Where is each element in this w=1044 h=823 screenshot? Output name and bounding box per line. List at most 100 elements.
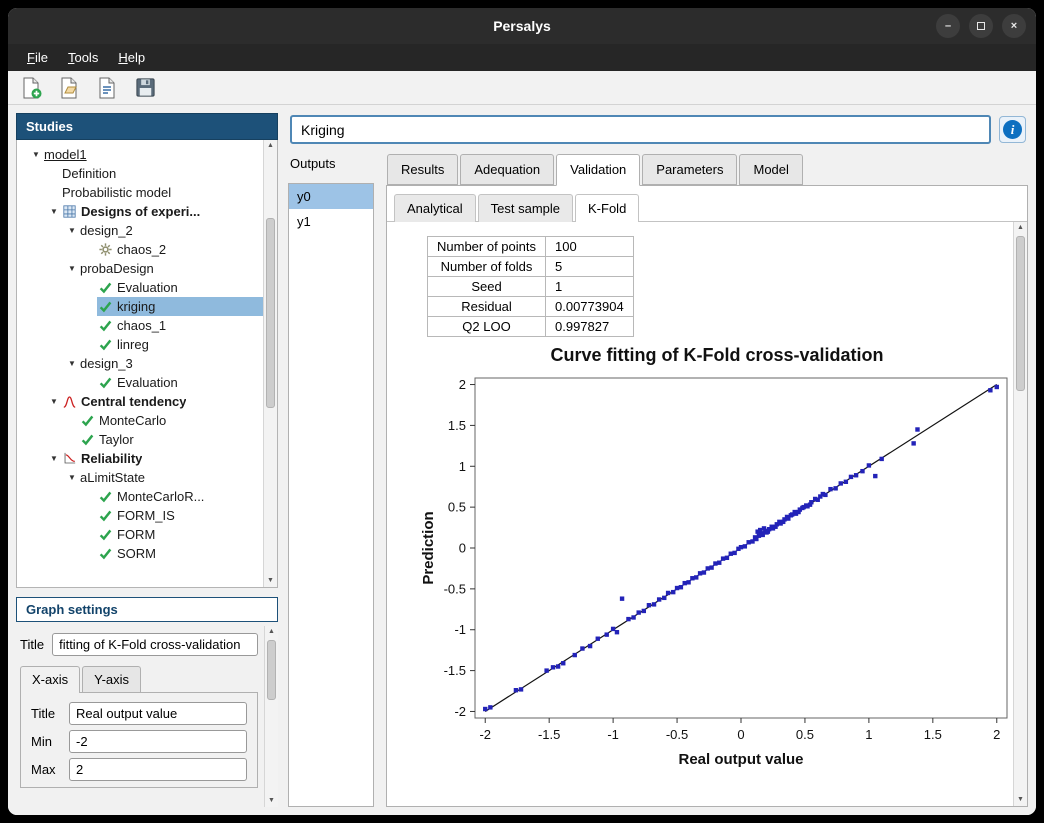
tree-item-probadesign[interactable]: ▼probaDesign	[17, 259, 263, 278]
expand-arrow-icon[interactable]: ▼	[65, 264, 79, 273]
tab-y-axis[interactable]: Y-axis	[82, 666, 141, 692]
gear-icon	[98, 243, 112, 257]
expand-arrow-icon[interactable]: ▼	[65, 226, 79, 235]
svg-text:2: 2	[993, 727, 1000, 742]
expand-arrow-icon[interactable]: ▼	[47, 397, 61, 406]
tab-validation[interactable]: Validation	[556, 154, 640, 186]
tree-item-designs-of-experi[interactable]: ▼Designs of experi...	[17, 202, 263, 221]
tree-item-evaluation[interactable]: Evaluation	[17, 278, 263, 297]
graph-title-input[interactable]	[52, 633, 258, 656]
x-axis-max-input[interactable]	[69, 758, 247, 781]
tab-results[interactable]: Results	[387, 154, 458, 185]
tab-parameters[interactable]: Parameters	[642, 154, 737, 185]
histogram-icon	[62, 395, 76, 409]
tree-item-probabilistic-model[interactable]: Probabilistic model	[17, 183, 263, 202]
x-axis-title-input[interactable]	[69, 702, 247, 725]
analysis-name-input[interactable]	[290, 115, 991, 144]
stat-value: 100	[546, 237, 634, 257]
new-study-button[interactable]	[18, 75, 44, 101]
subtab-test-sample[interactable]: Test sample	[478, 194, 573, 222]
check-icon	[98, 528, 112, 542]
tree-scrollbar[interactable]: ▲ ▼	[263, 140, 277, 587]
content-scrollbar[interactable]: ▲ ▼	[1013, 222, 1027, 806]
tree-item-form[interactable]: FORM	[17, 525, 263, 544]
persalys-window: Persalys – × File Tools Help	[8, 8, 1036, 815]
expand-arrow-icon[interactable]: ▼	[47, 207, 61, 216]
x-axis-panel: Title Min Max	[20, 692, 258, 788]
scroll-down-icon[interactable]: ▼	[264, 575, 277, 587]
svg-text:-1: -1	[454, 622, 466, 637]
expand-arrow-icon[interactable]: ▼	[65, 473, 79, 482]
tree-item-design-2[interactable]: ▼design_2	[17, 221, 263, 240]
save-study-button[interactable]	[132, 75, 158, 101]
table-row: Q2 LOO 0.997827	[428, 317, 634, 337]
menu-tools[interactable]: Tools	[59, 46, 107, 69]
menu-help[interactable]: Help	[109, 46, 154, 69]
scroll-up-icon[interactable]: ▲	[1014, 222, 1027, 234]
expand-arrow-icon[interactable]: ▼	[47, 454, 61, 463]
tree-item-definition[interactable]: Definition	[17, 164, 263, 183]
graph-settings-scrollbar[interactable]: ▲ ▼	[264, 626, 278, 807]
analysis-area: i Outputs y0 y1 Results Adequation	[288, 113, 1028, 807]
check-icon	[98, 509, 112, 523]
tree-item-central-tendency[interactable]: ▼Central tendency	[17, 392, 263, 411]
expand-arrow-icon[interactable]: ▼	[29, 150, 43, 159]
tree-item-chaos-2[interactable]: chaos_2	[17, 240, 263, 259]
svg-text:0.5: 0.5	[796, 727, 814, 742]
tree-item-taylor[interactable]: Taylor	[17, 430, 263, 449]
scroll-down-icon[interactable]: ▼	[1014, 794, 1027, 806]
tab-model[interactable]: Model	[739, 154, 802, 185]
open-folder-icon	[57, 76, 81, 100]
tree-item-montecarlor[interactable]: MonteCarloR...	[17, 487, 263, 506]
outputs-list: y0 y1	[288, 183, 374, 807]
stat-label: Number of folds	[428, 257, 546, 277]
graph-settings-header: Graph settings	[16, 597, 278, 622]
tree-item-evaluation[interactable]: Evaluation	[17, 373, 263, 392]
x-axis-min-input[interactable]	[69, 730, 247, 753]
tree-item-linreg[interactable]: linreg	[17, 335, 263, 354]
graph-settings-scrollbar-thumb[interactable]	[267, 640, 276, 700]
tree-item-chaos-1[interactable]: chaos_1	[17, 316, 263, 335]
tab-adequation[interactable]: Adequation	[460, 154, 554, 185]
table-icon	[62, 205, 76, 219]
tree-item-design-3[interactable]: ▼design_3	[17, 354, 263, 373]
subtab-k-fold[interactable]: K-Fold	[575, 194, 639, 222]
tree-item-reliability[interactable]: ▼Reliability	[17, 449, 263, 468]
stat-label: Seed	[428, 277, 546, 297]
maximize-button[interactable]	[969, 14, 993, 38]
open-study-button[interactable]	[56, 75, 82, 101]
info-button[interactable]: i	[999, 116, 1026, 143]
tree-item-form-is[interactable]: FORM_IS	[17, 506, 263, 525]
scroll-up-icon[interactable]: ▲	[265, 626, 278, 638]
output-item-y1[interactable]: y1	[289, 209, 373, 234]
svg-text:-0.5: -0.5	[444, 581, 466, 596]
tree-item-montecarlo[interactable]: MonteCarlo	[17, 411, 263, 430]
svg-text:1: 1	[459, 459, 466, 474]
svg-text:0: 0	[459, 541, 466, 556]
stat-label: Q2 LOO	[428, 317, 546, 337]
tab-bar: Results Adequation Validation Parameters…	[386, 154, 1028, 185]
menu-file[interactable]: File	[18, 46, 57, 69]
subtab-analytical[interactable]: Analytical	[394, 194, 476, 222]
validation-panel: Analytical Test sample K-Fold Number of …	[386, 185, 1028, 807]
import-script-button[interactable]	[94, 75, 120, 101]
tree-item-sorm[interactable]: SORM	[17, 544, 263, 563]
x-axis-max-label: Max	[31, 762, 61, 777]
tree-scrollbar-thumb[interactable]	[266, 218, 275, 408]
svg-text:Real output value: Real output value	[678, 751, 803, 768]
content-scrollbar-thumb[interactable]	[1016, 236, 1025, 391]
minimize-button[interactable]: –	[936, 14, 960, 38]
svg-text:0: 0	[737, 727, 744, 742]
table-row: Residual 0.00773904	[428, 297, 634, 317]
tree-item-kriging[interactable]: kriging	[17, 297, 263, 316]
close-button[interactable]: ×	[1002, 14, 1026, 38]
expand-arrow-icon[interactable]: ▼	[65, 359, 79, 368]
tab-x-axis[interactable]: X-axis	[20, 666, 80, 692]
scroll-down-icon[interactable]: ▼	[265, 795, 278, 807]
table-row: Number of points 100	[428, 237, 634, 257]
svg-text:0.5: 0.5	[448, 500, 466, 515]
tree-item-alimitstate[interactable]: ▼aLimitState	[17, 468, 263, 487]
output-item-y0[interactable]: y0	[289, 184, 373, 209]
scroll-up-icon[interactable]: ▲	[264, 140, 277, 152]
tree-item-model1[interactable]: ▼model1	[17, 145, 263, 164]
